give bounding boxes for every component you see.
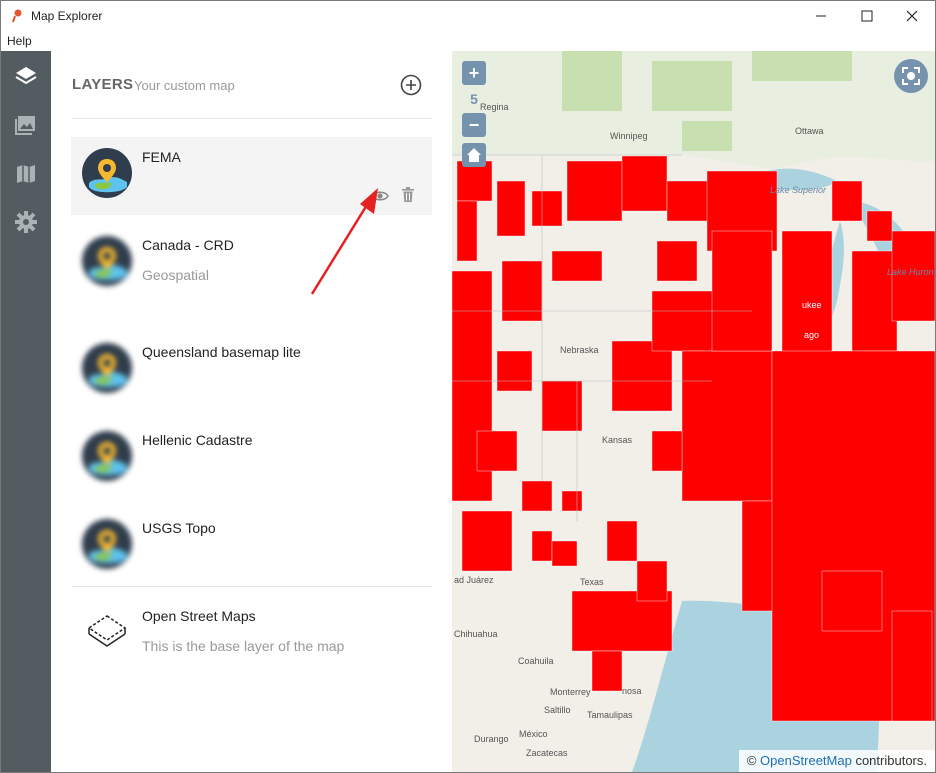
map-attribution: © OpenStreetMap contributors. bbox=[738, 750, 935, 772]
map-label-nebraska: Nebraska bbox=[560, 345, 599, 355]
layer-name: USGS Topo bbox=[142, 520, 216, 536]
map-label-coahuila: Coahuila bbox=[518, 656, 554, 666]
layer-thumbnail-icon bbox=[82, 431, 132, 481]
minimize-button[interactable] bbox=[798, 1, 844, 31]
layer-name: Canada - CRD bbox=[142, 237, 234, 253]
layer-description: This is the base layer of the map bbox=[142, 638, 345, 654]
minimize-icon bbox=[816, 15, 826, 17]
layers-subtitle: Your custom map bbox=[134, 78, 235, 93]
close-icon bbox=[906, 10, 918, 22]
attribution-suffix: contributors. bbox=[855, 753, 927, 768]
divider bbox=[72, 118, 432, 119]
map-label-durango: Durango bbox=[474, 734, 509, 744]
map-label-chihuahua: Chihuahua bbox=[454, 629, 498, 639]
app-logo-icon bbox=[12, 9, 22, 23]
menu-help[interactable]: Help bbox=[7, 34, 32, 48]
map-label-lake-huron: Lake Huron bbox=[887, 267, 934, 277]
home-button[interactable] bbox=[462, 143, 486, 167]
layer-thumbnail-icon bbox=[82, 236, 132, 286]
layer-thumbnail-icon bbox=[82, 519, 132, 569]
home-icon bbox=[467, 148, 481, 162]
layer-name: Open Street Maps bbox=[142, 608, 256, 624]
maximize-button[interactable] bbox=[844, 1, 890, 31]
attribution-copyright: © bbox=[746, 753, 757, 768]
layer-name: Queensland basemap lite bbox=[142, 344, 301, 360]
map-label-zacatecas: Zacatecas bbox=[526, 748, 568, 758]
attribution-link[interactable]: OpenStreetMap bbox=[760, 753, 852, 768]
layer-item-queensland[interactable]: Queensland basemap lite bbox=[71, 332, 432, 410]
map-icon[interactable] bbox=[14, 162, 38, 186]
zoom-in-button[interactable]: + bbox=[462, 61, 486, 85]
sidebar-nav bbox=[1, 51, 51, 772]
map-label-nosa: nosa bbox=[622, 686, 642, 696]
app-window: Map Explorer Help LAYERS Your custom map… bbox=[0, 0, 936, 773]
capture-icon bbox=[902, 67, 920, 85]
zoom-control: + 5 − bbox=[462, 61, 486, 137]
layer-item-usgs-topo[interactable]: USGS Topo bbox=[71, 508, 432, 586]
annotation-arrow-icon bbox=[310, 188, 378, 295]
title-bar: Map Explorer bbox=[1, 1, 935, 31]
map-label-ottawa: Ottawa bbox=[795, 126, 824, 136]
screenshot-button[interactable] bbox=[894, 59, 928, 93]
close-button[interactable] bbox=[889, 1, 935, 31]
map-label-juarez: ad Juárez bbox=[454, 575, 494, 585]
map-label-texas: Texas bbox=[580, 577, 604, 587]
layer-item-hellenic-cadastre[interactable]: Hellenic Cadastre bbox=[71, 420, 432, 498]
layer-name: FEMA bbox=[142, 149, 181, 165]
map-label-milwaukee: ukee bbox=[802, 300, 822, 310]
trash-icon[interactable] bbox=[401, 187, 415, 203]
layer-thumbnail-icon bbox=[82, 148, 132, 198]
map-label-monterrey: Monterrey bbox=[550, 687, 591, 697]
map-label-tamaulipas: Tamaulipas bbox=[587, 710, 633, 720]
layers-panel: LAYERS Your custom map FEMA Canada - CRD… bbox=[51, 51, 452, 772]
settings-icon[interactable] bbox=[14, 210, 38, 234]
layer-item-base-osm[interactable]: Open Street Maps This is the base layer … bbox=[71, 596, 432, 674]
map-label-chicago: ago bbox=[804, 330, 820, 340]
zoom-level: 5 bbox=[470, 91, 478, 107]
zoom-out-button[interactable]: − bbox=[462, 113, 486, 137]
layer-thumbnail-icon bbox=[82, 343, 132, 393]
image-icon[interactable] bbox=[14, 113, 38, 137]
divider bbox=[72, 586, 432, 587]
map-label-saltillo: Saltillo bbox=[544, 705, 571, 715]
add-layer-button[interactable] bbox=[400, 74, 422, 96]
layers-icon[interactable] bbox=[14, 65, 38, 89]
menu-bar: Help bbox=[1, 31, 935, 51]
maximize-icon bbox=[861, 10, 873, 22]
map-label-kansas: Kansas bbox=[602, 435, 633, 445]
map-label-mexico: México bbox=[519, 729, 548, 739]
layers-heading: LAYERS bbox=[72, 76, 134, 93]
layer-name: Hellenic Cadastre bbox=[142, 432, 253, 448]
map-label-lake-superior: Lake Superior bbox=[770, 185, 827, 195]
map-label-winnipeg: Winnipeg bbox=[610, 131, 648, 141]
layer-description: Geospatial bbox=[142, 267, 209, 283]
base-layers-icon bbox=[87, 615, 127, 647]
window-title: Map Explorer bbox=[31, 9, 103, 23]
map-view[interactable]: Regina Winnipeg Ottawa Lake Superior Lak… bbox=[452, 51, 935, 772]
